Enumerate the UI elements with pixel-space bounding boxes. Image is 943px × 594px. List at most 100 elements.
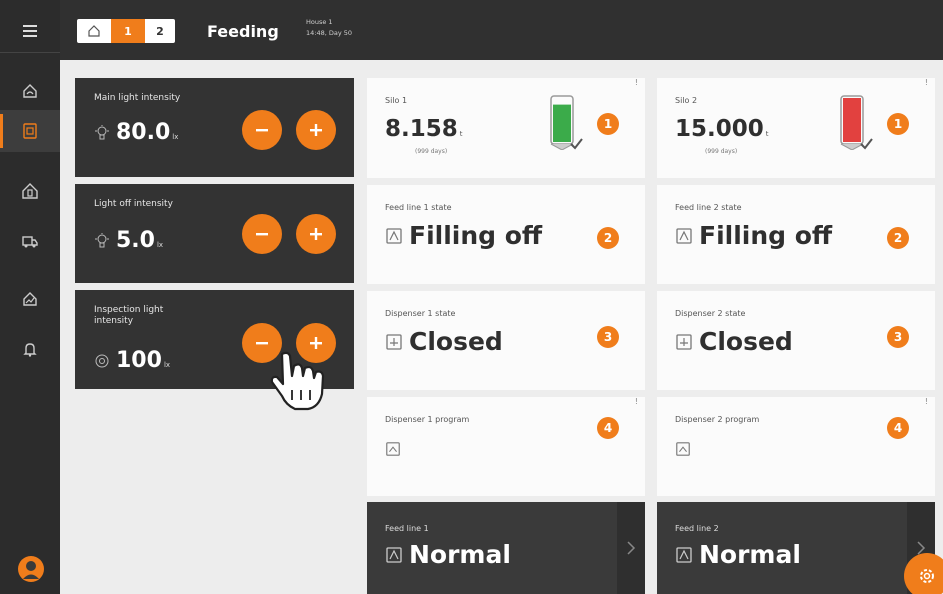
state-value: Filling off [675,221,832,250]
silo-2-card[interactable]: ! Silo 2 15.000 t (999 days) 1 [657,78,935,178]
main-light-card: Main light intensity 80.0 lx [75,78,354,177]
silo-unit: t [459,130,463,138]
increase-button[interactable] [296,214,336,254]
dispenser-icon [676,333,692,350]
chevron-right-button[interactable] [617,502,645,594]
plus-icon [310,124,322,136]
silo-days: (999 days) [705,148,738,155]
callout-badge: 2 [887,227,909,249]
sidebar-item-dashboard[interactable] [0,70,60,112]
sidebar-item-analytics[interactable] [0,278,60,320]
house-icon [22,183,38,199]
sidebar-item-control[interactable] [0,110,60,152]
house-tab-2[interactable]: 2 [145,19,175,43]
warning-mark: ! [924,78,928,87]
state-value: Closed [675,327,793,356]
state-text: Closed [409,327,503,356]
warning-mark: ! [634,78,638,87]
silo-fill [843,98,861,142]
silo-unit: t [765,130,769,138]
callout-badge: 1 [597,113,619,135]
menu-button[interactable] [0,10,60,52]
light-label: Inspection light intensity [94,305,164,326]
settings-fab[interactable] [904,553,943,594]
house-tabs: 1 2 [77,19,175,43]
light-off-card: Light off intensity 5.0 lx [75,184,354,283]
home-icon [88,25,100,37]
silo-value: 8.158 [385,116,458,142]
state-text: Closed [699,327,793,356]
light-value: 80.0 lx [94,120,178,145]
program-icon [386,442,400,456]
sidebar-item-house[interactable] [0,170,60,212]
menu-icon [23,25,37,37]
bulb-icon [95,232,109,247]
feedline-icon [676,227,692,244]
light-number: 5.0 [116,228,155,253]
light-label: Main light intensity [94,93,181,103]
silo-label: Silo 2 [675,96,698,105]
analytics-icon [23,292,37,306]
light-number: 80.0 [116,120,171,145]
light-value: 5.0 lx [94,228,163,253]
light-unit: lx [163,361,171,369]
chevron-right-icon [627,541,636,555]
silo-level-icon [550,95,583,150]
feedline-icon [386,546,402,563]
feed-line-1-card[interactable]: Feed line 1 Normal [367,502,645,594]
state-text: Filling off [699,221,833,250]
increase-button[interactable] [296,110,336,150]
dispenser-2-program-card[interactable]: ! Dispenser 2 program 4 [657,397,935,496]
house-tab-home[interactable] [77,19,111,43]
sidebar-item-transport[interactable] [0,220,60,262]
hand-pointer-icon [270,351,325,411]
feed-line-label: Feed line 2 [675,524,719,533]
user-avatar[interactable] [18,556,44,582]
page-title: Feeding [207,22,279,41]
dispenser-2-state-card[interactable]: Dispenser 2 state Closed 3 [657,291,935,390]
program-label: Dispenser 2 program [675,415,760,424]
feed-line-1-state-card[interactable]: Feed line 1 state Filling off 2 [367,185,645,284]
feed-line-value: Normal [675,540,801,569]
minus-icon [256,233,268,236]
callout-badge: 4 [597,417,619,439]
gear-icon [920,569,934,583]
state-label: Feed line 1 state [385,203,452,212]
warning-mark: ! [634,397,638,406]
state-value: Filling off [385,221,542,250]
dispenser-1-state-card[interactable]: Dispenser 1 state Closed 3 [367,291,645,390]
callout-badge: 2 [597,227,619,249]
program-label: Dispenser 1 program [385,415,470,424]
bell-icon [23,343,37,357]
callout-badge: 3 [887,326,909,348]
house-info: House 1 14:48, Day 50 [306,17,352,39]
silo-fill [553,104,571,142]
dispenser-1-program-card[interactable]: ! Dispenser 1 program 4 [367,397,645,496]
sidebar-divider [0,52,60,53]
silo-amount: 15.000 t [675,116,769,142]
house-tab-1[interactable]: 1 [111,19,145,43]
silo-level-icon [840,95,873,150]
dashboard-icon [23,84,37,98]
warning-mark: ! [924,397,928,406]
state-label: Dispenser 2 state [675,309,746,318]
minus-icon [256,129,268,132]
state-text: Filling off [409,221,543,250]
feed-line-value: Normal [385,540,511,569]
feed-line-2-state-card[interactable]: Feed line 2 state Filling off 2 [657,185,935,284]
bulb-icon [95,124,109,139]
light-unit: lx [172,133,179,141]
decrease-button[interactable] [242,214,282,254]
decrease-button[interactable] [242,110,282,150]
feed-line-text: Normal [699,540,801,569]
silo-1-card[interactable]: ! Silo 1 8.158 t (999 days) 1 [367,78,645,178]
feed-line-text: Normal [409,540,511,569]
light-label: Light off intensity [94,199,173,209]
sidebar-item-alarms[interactable] [0,328,60,370]
light-value: 100 lx [94,348,170,373]
silo-value: 15.000 [675,116,764,142]
silo-label: Silo 1 [385,96,408,105]
feed-line-2-card[interactable]: Feed line 2 Normal [657,502,935,594]
house-name: House 1 [306,18,333,26]
state-value: Closed [385,327,503,356]
